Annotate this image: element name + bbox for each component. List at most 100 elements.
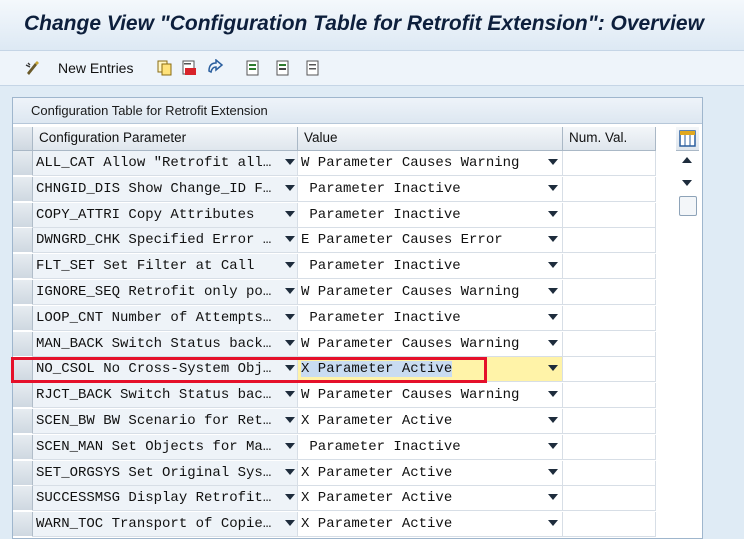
value-dropdown[interactable]: W Parameter Causes Warning bbox=[298, 383, 563, 408]
value-dropdown-icon[interactable] bbox=[548, 365, 558, 371]
row-selector[interactable] bbox=[13, 280, 33, 305]
column-header-value[interactable]: Value bbox=[298, 127, 563, 151]
value-dropdown[interactable]: W Parameter Causes Warning bbox=[298, 280, 563, 305]
column-header-param[interactable]: Configuration Parameter bbox=[33, 127, 298, 151]
param-dropdown-icon[interactable] bbox=[285, 417, 295, 423]
value-dropdown-icon[interactable] bbox=[548, 520, 558, 526]
value-dropdown-icon[interactable] bbox=[548, 288, 558, 294]
param-dropdown-icon[interactable] bbox=[285, 262, 295, 268]
num-val-field[interactable] bbox=[563, 280, 656, 305]
value-dropdown-icon[interactable] bbox=[548, 391, 558, 397]
param-cell[interactable]: WARN_TOC Transport of Copie… bbox=[33, 512, 298, 537]
row-selector[interactable] bbox=[13, 151, 33, 176]
param-cell[interactable]: SCEN_MAN Set Objects for Ma… bbox=[33, 435, 298, 460]
row-selector[interactable] bbox=[13, 254, 33, 279]
value-dropdown[interactable]: Parameter Inactive bbox=[298, 177, 563, 202]
num-val-field[interactable] bbox=[563, 332, 656, 357]
param-cell[interactable]: MAN_BACK Switch Status back… bbox=[33, 332, 298, 357]
param-cell[interactable]: RJCT_BACK Switch Status bac… bbox=[33, 383, 298, 408]
param-dropdown-icon[interactable] bbox=[285, 185, 295, 191]
delete-icon[interactable] bbox=[180, 59, 198, 77]
param-cell[interactable]: FLT_SET Set Filter at Call bbox=[33, 254, 298, 279]
param-dropdown-icon[interactable] bbox=[285, 159, 295, 165]
num-val-field[interactable] bbox=[563, 435, 656, 460]
param-dropdown-icon[interactable] bbox=[285, 520, 295, 526]
param-cell[interactable]: LOOP_CNT Number of Attempts… bbox=[33, 306, 298, 331]
value-dropdown[interactable]: Parameter Inactive bbox=[298, 254, 563, 279]
row-selector[interactable] bbox=[13, 203, 33, 228]
param-dropdown-icon[interactable] bbox=[285, 314, 295, 320]
num-val-field[interactable] bbox=[563, 151, 656, 176]
row-selector[interactable] bbox=[13, 177, 33, 202]
num-val-field[interactable] bbox=[563, 461, 656, 486]
value-dropdown-icon[interactable] bbox=[548, 159, 558, 165]
row-selector[interactable] bbox=[13, 383, 33, 408]
value-dropdown[interactable]: W Parameter Causes Warning bbox=[298, 332, 563, 357]
value-dropdown-icon[interactable] bbox=[548, 417, 558, 423]
row-selector[interactable] bbox=[13, 512, 33, 537]
param-dropdown-icon[interactable] bbox=[285, 443, 295, 449]
num-val-field[interactable] bbox=[563, 203, 656, 228]
param-cell[interactable]: COPY_ATTRI Copy Attributes bbox=[33, 203, 298, 228]
num-val-field[interactable] bbox=[563, 512, 656, 537]
param-cell[interactable]: DWNGRD_CHK Specified Error … bbox=[33, 228, 298, 253]
value-dropdown-icon[interactable] bbox=[548, 469, 558, 475]
num-val-field[interactable] bbox=[563, 306, 656, 331]
row-selector[interactable] bbox=[13, 332, 33, 357]
param-cell[interactable]: IGNORE_SEQ Retrofit only po… bbox=[33, 280, 298, 305]
num-val-field[interactable] bbox=[563, 228, 656, 253]
param-cell[interactable]: CHNGID_DIS Show Change_ID F… bbox=[33, 177, 298, 202]
select-all-icon[interactable] bbox=[244, 59, 262, 77]
select-block-icon[interactable] bbox=[274, 59, 292, 77]
value-dropdown[interactable]: E Parameter Causes Error bbox=[298, 228, 563, 253]
value-dropdown-icon[interactable] bbox=[548, 443, 558, 449]
table-settings-button[interactable] bbox=[676, 127, 699, 151]
value-dropdown[interactable]: X Parameter Active bbox=[298, 486, 563, 511]
value-dropdown-icon[interactable] bbox=[548, 211, 558, 217]
param-dropdown-icon[interactable] bbox=[285, 469, 295, 475]
param-dropdown-icon[interactable] bbox=[285, 236, 295, 242]
num-val-field[interactable] bbox=[563, 177, 656, 202]
param-cell[interactable]: ALL_CAT Allow "Retrofit all… bbox=[33, 151, 298, 176]
scroll-thumb[interactable] bbox=[679, 196, 697, 216]
value-dropdown[interactable]: X Parameter Active bbox=[298, 512, 563, 537]
value-dropdown-icon[interactable] bbox=[548, 236, 558, 242]
row-selector[interactable] bbox=[13, 486, 33, 511]
param-dropdown-icon[interactable] bbox=[285, 494, 295, 500]
row-selector[interactable] bbox=[13, 461, 33, 486]
value-dropdown[interactable]: W Parameter Causes Warning bbox=[298, 151, 563, 176]
new-entries-button[interactable]: New Entries bbox=[58, 60, 133, 76]
deselect-all-icon[interactable] bbox=[304, 59, 322, 77]
scroll-down-icon[interactable] bbox=[682, 180, 692, 186]
new-entries-icon[interactable] bbox=[24, 59, 42, 77]
value-dropdown-icon[interactable] bbox=[548, 185, 558, 191]
column-header-num-val[interactable]: Num. Val. bbox=[563, 127, 656, 151]
undo-icon[interactable] bbox=[206, 59, 224, 77]
value-dropdown[interactable]: Parameter Inactive bbox=[298, 203, 563, 228]
param-cell[interactable]: SCEN_BW BW Scenario for Ret… bbox=[33, 409, 298, 434]
row-selector[interactable] bbox=[13, 306, 33, 331]
value-dropdown[interactable]: Parameter Inactive bbox=[298, 435, 563, 460]
select-all-rows-handle[interactable] bbox=[13, 127, 33, 151]
value-dropdown[interactable]: X Parameter Active bbox=[298, 461, 563, 486]
param-cell[interactable]: SUCCESSMSG Display Retrofit… bbox=[33, 486, 298, 511]
param-dropdown-icon[interactable] bbox=[285, 391, 295, 397]
num-val-field[interactable] bbox=[563, 409, 656, 434]
row-selector[interactable] bbox=[13, 409, 33, 434]
num-val-field[interactable] bbox=[563, 383, 656, 408]
value-dropdown-icon[interactable] bbox=[548, 340, 558, 346]
copy-icon[interactable] bbox=[156, 59, 174, 77]
value-dropdown-icon[interactable] bbox=[548, 494, 558, 500]
scroll-up-icon[interactable] bbox=[682, 157, 692, 163]
row-selector[interactable] bbox=[13, 228, 33, 253]
value-dropdown[interactable]: X Parameter Active bbox=[298, 409, 563, 434]
num-val-field[interactable] bbox=[563, 357, 656, 382]
row-selector[interactable] bbox=[13, 435, 33, 460]
param-dropdown-icon[interactable] bbox=[285, 340, 295, 346]
num-val-field[interactable] bbox=[563, 254, 656, 279]
num-val-field[interactable] bbox=[563, 486, 656, 511]
value-dropdown-icon[interactable] bbox=[548, 262, 558, 268]
value-dropdown[interactable]: Parameter Inactive bbox=[298, 306, 563, 331]
param-cell[interactable]: SET_ORGSYS Set Original Sys… bbox=[33, 461, 298, 486]
param-dropdown-icon[interactable] bbox=[285, 211, 295, 217]
